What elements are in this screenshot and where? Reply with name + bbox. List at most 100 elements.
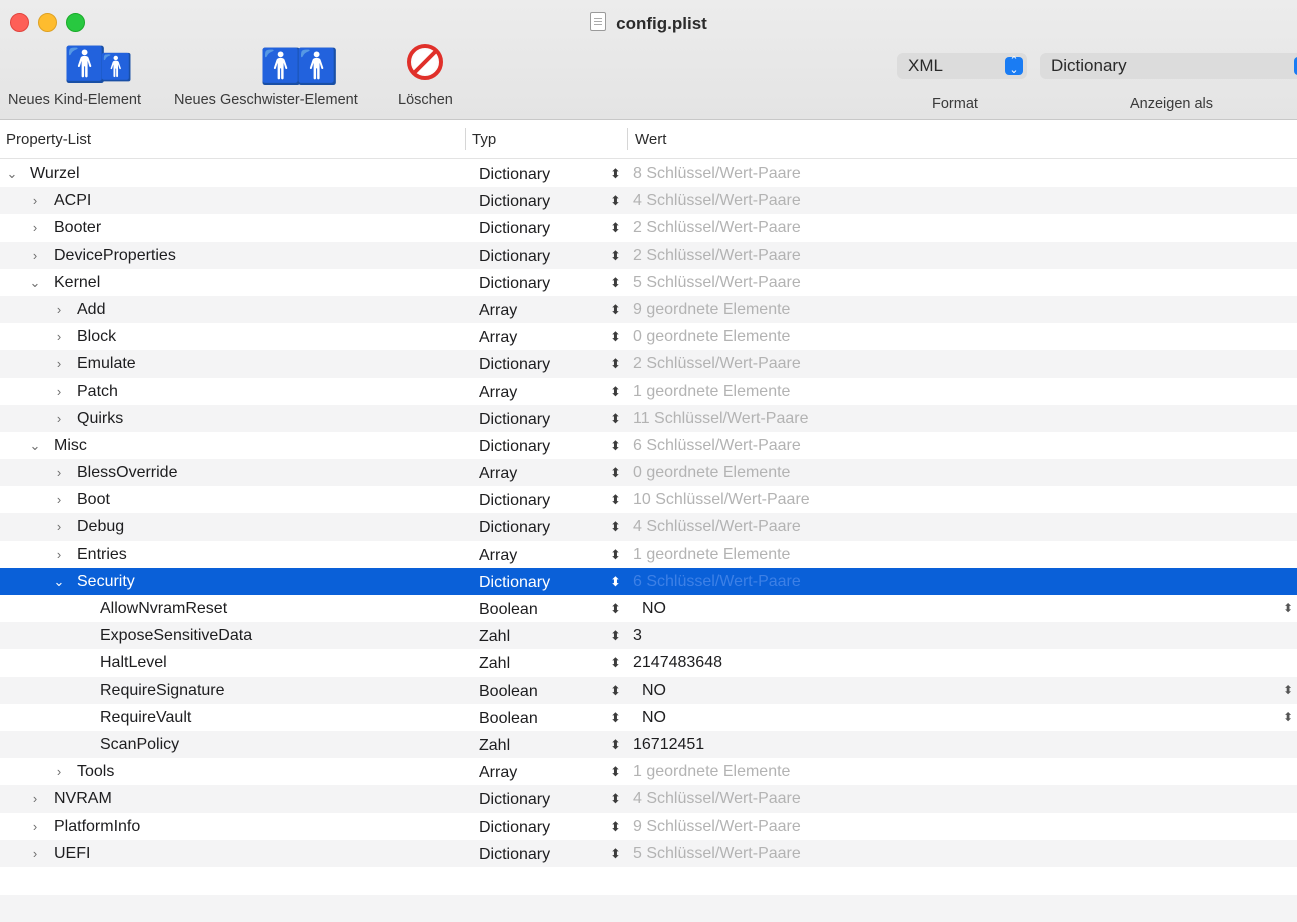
type-stepper-icon[interactable]: ⬍ <box>610 513 621 540</box>
type-stepper-icon[interactable]: ⬍ <box>610 622 621 649</box>
type-stepper-icon[interactable]: ⬍ <box>610 649 621 676</box>
type-stepper-icon[interactable]: ⬍ <box>610 214 621 241</box>
type-stepper-icon[interactable]: ⬍ <box>610 242 621 269</box>
disclosure-collapsed-icon[interactable]: › <box>52 378 66 405</box>
outline-row[interactable]: › Entries Array ⬍ 1 geordnete Elemente <box>0 541 1297 568</box>
view-as-popup[interactable]: Dictionary ⌃⌄ <box>1040 53 1297 79</box>
disclosure-collapsed-icon[interactable]: › <box>28 242 42 269</box>
row-type[interactable]: Dictionary <box>479 841 550 868</box>
type-stepper-icon[interactable]: ⬍ <box>610 785 621 812</box>
outline-row[interactable]: › Boot Dictionary ⬍ 10 Schlüssel/Wert-Pa… <box>0 486 1297 513</box>
type-stepper-icon[interactable]: ⬍ <box>610 405 621 432</box>
outline-row[interactable]: ⌄ Wurzel Dictionary ⬍ 8 Schlüssel/Wert-P… <box>0 160 1297 187</box>
column-header-type[interactable]: Typ <box>472 131 496 148</box>
format-popup[interactable]: XML ⌃ ⌄ <box>897 53 1027 79</box>
delete-button[interactable]: Löschen <box>398 44 453 108</box>
disclosure-collapsed-icon[interactable]: › <box>52 459 66 486</box>
row-type[interactable]: Dictionary <box>479 487 550 514</box>
row-value[interactable]: 3 <box>633 622 642 649</box>
row-type[interactable]: Array <box>479 460 517 487</box>
outline-row[interactable]: RequireSignature Boolean ⬍ NO ⬍ <box>0 676 1297 704</box>
disclosure-collapsed-icon[interactable]: › <box>28 813 42 840</box>
outline-row[interactable]: AllowNvramReset Boolean ⬍ NO ⬍ <box>0 595 1297 622</box>
type-stepper-icon[interactable]: ⬍ <box>610 378 621 405</box>
outline-row[interactable]: › Block Array ⬍ 0 geordnete Elemente <box>0 323 1297 350</box>
row-type[interactable]: Dictionary <box>479 433 550 460</box>
disclosure-collapsed-icon[interactable]: › <box>28 840 42 867</box>
disclosure-collapsed-icon[interactable]: › <box>52 350 66 377</box>
disclosure-collapsed-icon[interactable]: › <box>52 513 66 540</box>
outline-row[interactable]: › Debug Dictionary ⬍ 4 Schlüssel/Wert-Pa… <box>0 513 1297 541</box>
row-type[interactable]: Dictionary <box>479 569 550 596</box>
type-stepper-icon[interactable]: ⬍ <box>610 187 621 214</box>
row-type[interactable]: Array <box>479 297 517 324</box>
outline-row[interactable]: › NVRAM Dictionary ⬍ 4 Schlüssel/Wert-Pa… <box>0 785 1297 813</box>
outline-row[interactable]: › DeviceProperties Dictionary ⬍ 2 Schlüs… <box>0 241 1297 269</box>
value-stepper-icon[interactable]: ⬍ <box>1283 704 1293 731</box>
row-type[interactable]: Dictionary <box>479 351 550 378</box>
row-value[interactable]: 2147483648 <box>633 649 722 676</box>
row-type[interactable]: Dictionary <box>479 188 550 215</box>
row-type[interactable]: Dictionary <box>479 270 550 297</box>
outline-row[interactable]: › UEFI Dictionary ⬍ 5 Schlüssel/Wert-Paa… <box>0 839 1297 868</box>
row-type[interactable]: Dictionary <box>479 786 550 813</box>
row-type[interactable]: Boolean <box>479 596 538 623</box>
value-stepper-icon[interactable]: ⬍ <box>1283 595 1293 622</box>
row-type[interactable]: Array <box>479 759 517 786</box>
type-stepper-icon[interactable]: ⬍ <box>610 568 621 595</box>
disclosure-collapsed-icon[interactable]: › <box>52 758 66 785</box>
disclosure-collapsed-icon[interactable]: › <box>52 486 66 513</box>
type-stepper-icon[interactable]: ⬍ <box>610 160 621 187</box>
type-stepper-icon[interactable]: ⬍ <box>610 432 621 459</box>
row-type[interactable]: Zahl <box>479 732 510 759</box>
disclosure-collapsed-icon[interactable]: › <box>52 405 66 432</box>
type-stepper-icon[interactable]: ⬍ <box>610 840 621 867</box>
type-stepper-icon[interactable]: ⬍ <box>610 541 621 568</box>
outline-row[interactable]: › PlatformInfo Dictionary ⬍ 9 Schlüssel/… <box>0 813 1297 840</box>
disclosure-collapsed-icon[interactable]: › <box>52 541 66 568</box>
disclosure-collapsed-icon[interactable]: › <box>52 323 66 350</box>
outline-row-selected[interactable]: ⌄ Security Dictionary ⬍ 6 Schlüssel/Wert… <box>0 567 1297 596</box>
outline-row[interactable]: › Add Array ⬍ 9 geordnete Elemente <box>0 295 1297 324</box>
outline-row[interactable]: HaltLevel Zahl ⬍ 2147483648 <box>0 649 1297 676</box>
row-type[interactable]: Array <box>479 324 517 351</box>
column-header-value[interactable]: Wert <box>635 131 666 148</box>
value-stepper-icon[interactable]: ⬍ <box>1283 677 1293 704</box>
type-stepper-icon[interactable]: ⬍ <box>610 350 621 377</box>
row-type[interactable]: Array <box>479 542 517 569</box>
outline-row[interactable]: › Booter Dictionary ⬍ 2 Schlüssel/Wert-P… <box>0 214 1297 241</box>
disclosure-collapsed-icon[interactable]: › <box>52 296 66 323</box>
type-stepper-icon[interactable]: ⬍ <box>610 269 621 296</box>
type-stepper-icon[interactable]: ⬍ <box>610 296 621 323</box>
type-stepper-icon[interactable]: ⬍ <box>610 595 621 622</box>
disclosure-collapsed-icon[interactable]: › <box>28 785 42 812</box>
new-sibling-button[interactable]: 🚹🚹 Neues Geschwister-Element <box>174 44 358 108</box>
disclosure-expanded-icon[interactable]: ⌄ <box>28 432 42 459</box>
outline-row[interactable]: ExposeSensitiveData Zahl ⬍ 3 <box>0 622 1297 650</box>
outline-row[interactable]: › Emulate Dictionary ⬍ 2 Schlüssel/Wert-… <box>0 350 1297 378</box>
disclosure-collapsed-icon[interactable]: › <box>28 187 42 214</box>
column-header-key[interactable]: Property-List <box>6 131 91 148</box>
row-value[interactable]: NO <box>642 704 666 731</box>
type-stepper-icon[interactable]: ⬍ <box>610 323 621 350</box>
outline-row[interactable]: ScanPolicy Zahl ⬍ 16712451 <box>0 730 1297 759</box>
type-stepper-icon[interactable]: ⬍ <box>610 758 621 785</box>
type-stepper-icon[interactable]: ⬍ <box>610 459 621 486</box>
row-type[interactable]: Dictionary <box>479 514 550 541</box>
row-type[interactable]: Dictionary <box>479 406 550 433</box>
type-stepper-icon[interactable]: ⬍ <box>610 813 621 840</box>
row-type[interactable]: Zahl <box>479 623 510 650</box>
column-divider[interactable] <box>465 128 466 150</box>
disclosure-collapsed-icon[interactable]: › <box>28 214 42 241</box>
new-child-button[interactable]: 🚹🚹 Neues Kind-Element <box>8 44 141 108</box>
type-stepper-icon[interactable]: ⬍ <box>610 704 621 731</box>
type-stepper-icon[interactable]: ⬍ <box>610 486 621 513</box>
outline-row[interactable]: › Patch Array ⬍ 1 geordnete Elemente <box>0 378 1297 405</box>
row-type[interactable]: Dictionary <box>479 814 550 841</box>
outline-row[interactable]: › Quirks Dictionary ⬍ 11 Schlüssel/Wert-… <box>0 404 1297 433</box>
column-divider[interactable] <box>627 128 628 150</box>
disclosure-expanded-icon[interactable]: ⌄ <box>28 269 42 296</box>
type-stepper-icon[interactable]: ⬍ <box>610 677 621 704</box>
row-value[interactable]: 16712451 <box>633 731 704 758</box>
disclosure-expanded-icon[interactable]: ⌄ <box>5 160 19 187</box>
